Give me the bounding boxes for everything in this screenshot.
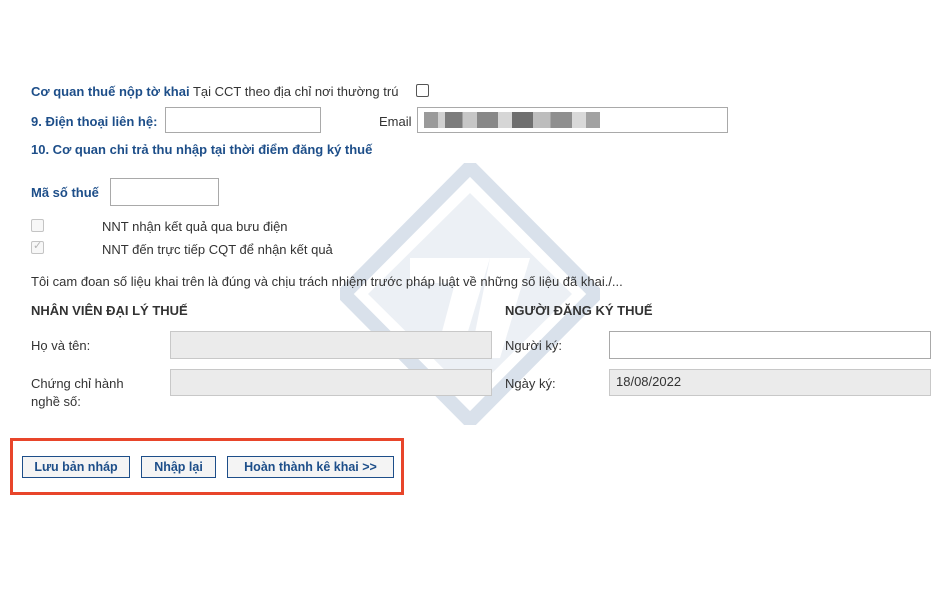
checkmark-icon: ✓	[33, 240, 43, 252]
phone-input[interactable]	[165, 107, 321, 133]
sign-date-input: 18/08/2022	[609, 369, 931, 396]
agent-cert-label: Chứng chỉ hành nghề số:	[31, 376, 124, 409]
signer-input[interactable]	[609, 331, 931, 359]
post-result-label: NNT nhận kết quả qua bưu điện	[102, 219, 288, 234]
save-draft-button[interactable]: Lưu bản nháp	[22, 456, 130, 478]
signer-label: Người ký:	[505, 338, 562, 353]
agent-name-input	[170, 331, 492, 359]
registrant-section-title: NGƯỜI ĐĂNG KÝ THUẾ	[505, 303, 653, 318]
tax-code-label: Mã số thuế	[31, 185, 99, 200]
tax-office-option-text: Tại CCT theo địa chỉ nơi thường trú	[192, 84, 399, 99]
reset-button[interactable]: Nhập lại	[141, 456, 216, 478]
email-input[interactable]	[417, 107, 728, 133]
tax-office-checkbox[interactable]	[416, 84, 429, 97]
sign-date-value: 18/08/2022	[616, 374, 682, 389]
declaration-text: Tôi cam đoan số liệu khai trên là đúng v…	[31, 274, 623, 289]
agent-section-title: NHÂN VIÊN ĐẠI LÝ THUẾ	[31, 303, 188, 318]
section-10-title: 10. Cơ quan chi trả thu nhập tại thời đi…	[31, 142, 373, 157]
email-redacted-value	[424, 112, 600, 128]
sign-date-label: Ngày ký:	[505, 376, 556, 391]
post-result-checkbox	[31, 219, 44, 232]
direct-result-label: NNT đến trực tiếp CQT để nhận kết quả	[102, 242, 333, 257]
phone-label: 9. Điện thoại liên hệ:	[31, 114, 158, 129]
tax-office-row: Cơ quan thuế nộp tờ khai Tại CCT theo đị…	[31, 84, 398, 99]
direct-result-checkbox: ✓	[31, 240, 44, 254]
email-label: Email	[379, 114, 412, 129]
tax-code-input[interactable]	[110, 178, 219, 206]
complete-declaration-button[interactable]: Hoàn thành kê khai >>	[227, 456, 394, 478]
tax-office-label: Cơ quan thuế nộp tờ khai	[31, 84, 190, 99]
agent-cert-input	[170, 369, 492, 396]
agent-name-label: Họ và tên:	[31, 338, 91, 353]
